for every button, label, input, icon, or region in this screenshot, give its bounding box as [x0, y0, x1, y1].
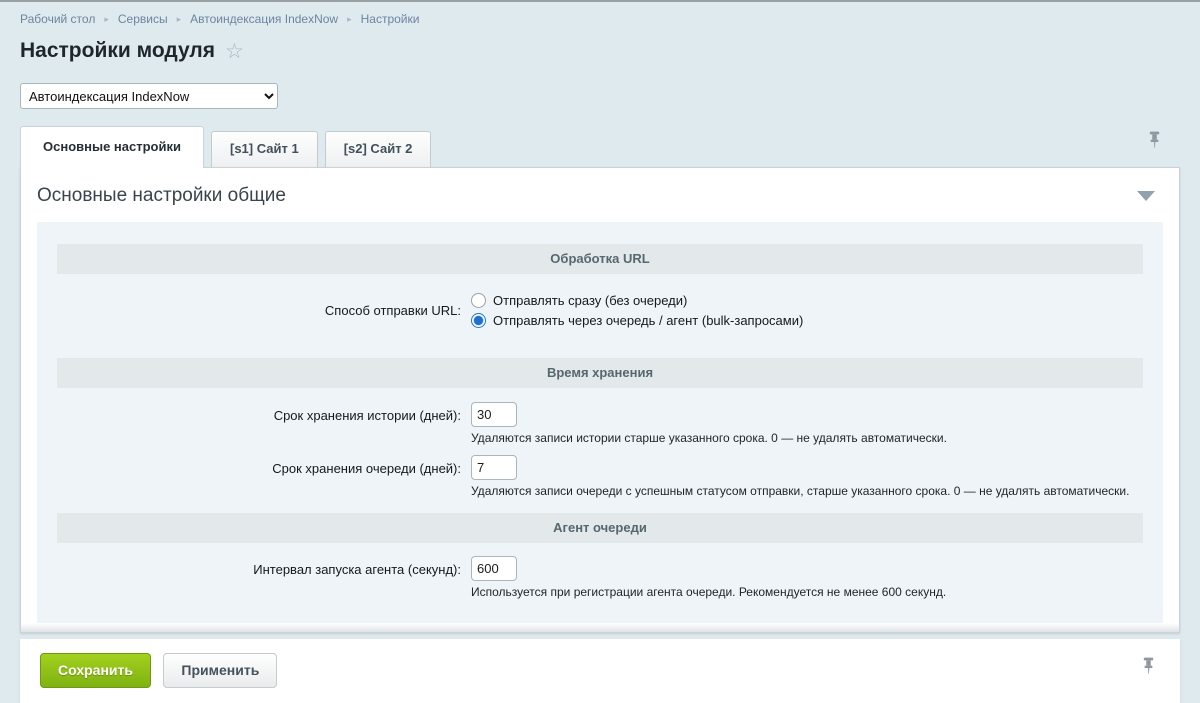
- field-label: Способ отправки URL:: [37, 303, 461, 318]
- history-ttl-input[interactable]: [471, 402, 517, 427]
- breadcrumb-link-module[interactable]: Автоиндексация IndexNow: [190, 12, 338, 26]
- radio-send-via-queue[interactable]: Отправлять через очередь / агент (bulk-з…: [471, 310, 1133, 330]
- settings-form: Обработка URL Способ отправки URL: Отпра…: [37, 222, 1163, 623]
- tab-site-2[interactable]: [s2] Сайт 2: [325, 131, 432, 167]
- save-button[interactable]: Сохранить: [40, 653, 151, 688]
- panel-bottom-edge: [21, 623, 1179, 632]
- radio-label: Отправлять сразу (без очереди): [493, 293, 687, 308]
- footer-toolbar: Сохранить Применить: [20, 639, 1180, 703]
- breadcrumb-arrow-icon: ▸: [104, 15, 109, 24]
- field-help-text: Удаляются записи истории старше указанно…: [471, 431, 1133, 445]
- field-agent-interval: Интервал запуска агента (секунд): Исполь…: [37, 556, 1163, 599]
- breadcrumb: Рабочий стол ▸ Сервисы ▸ Автоиндексация …: [20, 2, 1180, 26]
- settings-page: Рабочий стол ▸ Сервисы ▸ Автоиндексация …: [0, 2, 1200, 703]
- field-history-ttl: Срок хранения истории (дней): Удаляются …: [37, 402, 1163, 445]
- radio-send-via-queue-input[interactable]: [471, 313, 486, 328]
- page-title: Настройки модуля: [20, 39, 215, 63]
- breadcrumb-link-services[interactable]: Сервисы: [118, 12, 168, 26]
- collapse-section-icon[interactable]: [1137, 191, 1155, 201]
- field-label: Интервал запуска агента (секунд):: [37, 556, 461, 599]
- field-help-text: Используется при регистрации агента очер…: [471, 585, 1133, 599]
- group-heading-storage-time: Время хранения: [57, 358, 1143, 388]
- radio-send-immediately-input[interactable]: [471, 293, 486, 308]
- radio-send-immediately[interactable]: Отправлять сразу (без очереди): [471, 290, 1133, 310]
- field-label: Срок хранения очереди (дней):: [37, 455, 461, 498]
- queue-ttl-input[interactable]: [471, 455, 517, 480]
- group-heading-url-processing: Обработка URL: [57, 244, 1143, 274]
- breadcrumb-link-desktop[interactable]: Рабочий стол: [20, 12, 95, 26]
- pin-icon[interactable]: [1141, 657, 1156, 681]
- radio-label: Отправлять через очередь / агент (bulk-з…: [493, 313, 803, 328]
- field-queue-ttl: Срок хранения очереди (дней): Удаляются …: [37, 455, 1163, 498]
- favorite-star-icon[interactable]: ☆: [225, 41, 244, 62]
- breadcrumb-link-settings[interactable]: Настройки: [361, 12, 420, 26]
- field-send-method: Способ отправки URL: Отправлять сразу (б…: [37, 290, 1163, 330]
- breadcrumb-arrow-icon: ▸: [177, 15, 182, 24]
- panel-section-title: Основные настройки общие: [37, 185, 286, 207]
- module-select[interactable]: Автоиндексация IndexNow: [20, 83, 278, 109]
- tab-main-settings[interactable]: Основные настройки: [20, 126, 204, 168]
- tab-bar: Основные настройки [s1] Сайт 1 [s2] Сайт…: [20, 125, 1180, 167]
- agent-interval-input[interactable]: [471, 556, 517, 581]
- apply-button[interactable]: Применить: [163, 653, 277, 688]
- group-heading-queue-agent: Агент очереди: [57, 513, 1143, 543]
- tab-site-1[interactable]: [s1] Сайт 1: [211, 131, 318, 167]
- settings-panel: Основные настройки общие Обработка URL С…: [20, 167, 1180, 633]
- breadcrumb-arrow-icon: ▸: [347, 15, 352, 24]
- field-label: Срок хранения истории (дней):: [37, 402, 461, 445]
- field-help-text: Удаляются записи очереди с успешным стат…: [471, 484, 1133, 498]
- pin-icon[interactable]: [1147, 131, 1162, 155]
